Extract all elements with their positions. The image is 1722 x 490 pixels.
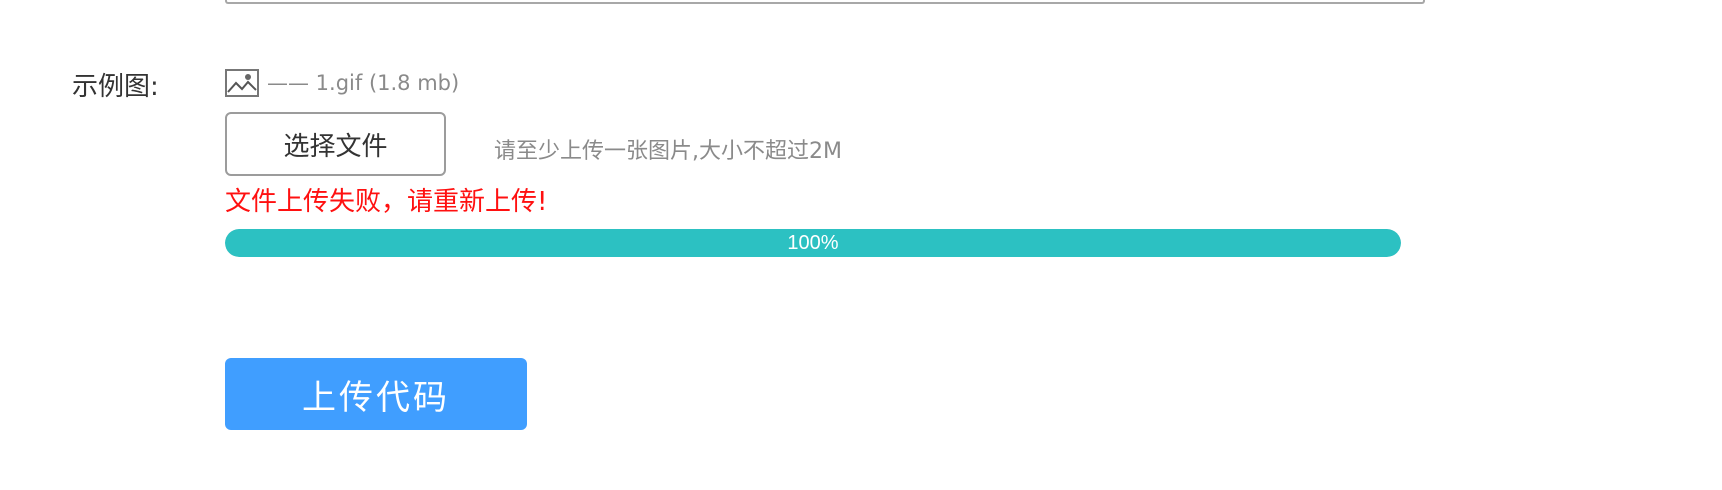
choose-file-button[interactable]: 选择文件: [225, 112, 446, 176]
previous-input-field[interactable]: [225, 0, 1425, 4]
upload-code-button[interactable]: 上传代码: [225, 358, 527, 430]
upload-progress-label: 100%: [787, 232, 839, 254]
uploaded-file-entry: —— 1.gif (1.8 mb): [225, 68, 459, 98]
file-name-size: —— 1.gif (1.8 mb): [267, 71, 460, 95]
upload-error-message: 文件上传失败，请重新上传!: [225, 187, 548, 217]
upload-hint: 请至少上传一张图片,大小不超过2M: [494, 139, 842, 164]
example-image-label: 示例图:: [72, 72, 159, 102]
upload-progress-bar: 100%: [225, 229, 1401, 257]
broken-image-icon: [225, 69, 259, 97]
